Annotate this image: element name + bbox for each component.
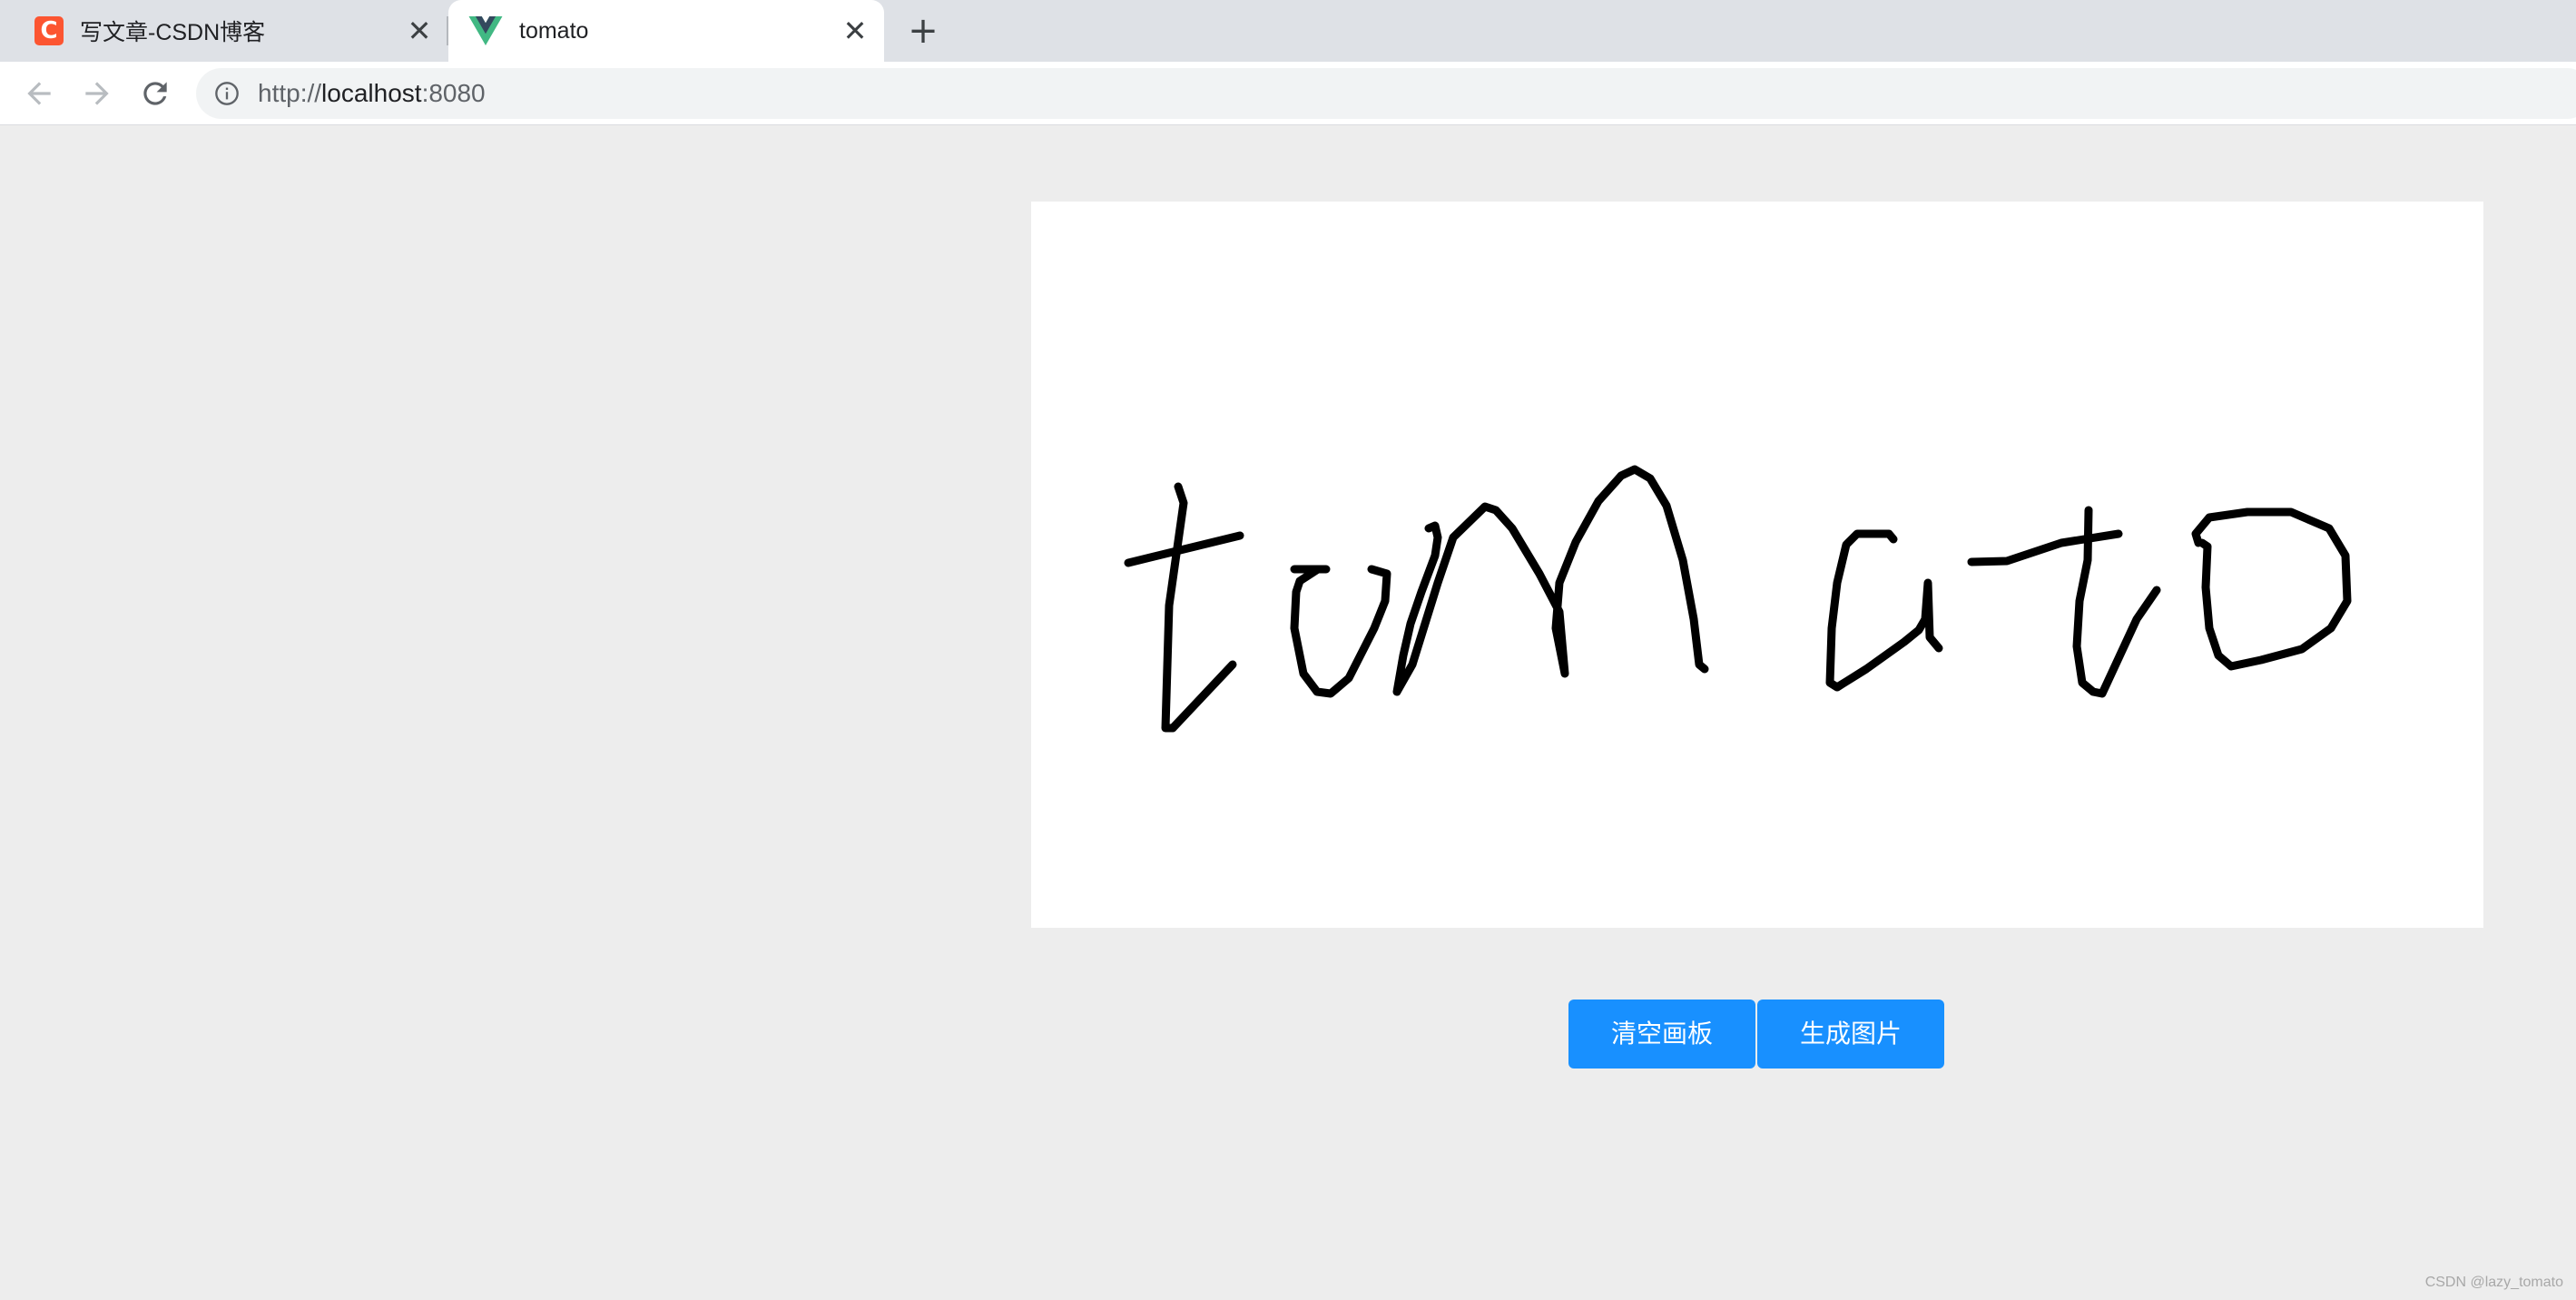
page-content: 清空画板 生成图片 CSDN @lazy_tomato xyxy=(0,125,2576,1300)
tab-tomato[interactable]: tomato ✕ xyxy=(448,0,884,62)
info-icon[interactable] xyxy=(214,81,240,106)
stroke-o1 xyxy=(1290,565,1391,698)
address-bar[interactable]: http://localhost:8080 xyxy=(196,68,2576,119)
stroke-m xyxy=(1392,465,1709,696)
stroke-o2 xyxy=(2191,507,2352,671)
handwriting-drawing xyxy=(1124,465,2352,733)
tab-csdn[interactable]: C 写文章-CSDN博客 ✕ xyxy=(0,0,447,62)
browser-toolbar: http://localhost:8080 xyxy=(0,62,2576,125)
new-tab-button[interactable]: + xyxy=(906,13,940,49)
stroke-t1-hook xyxy=(1168,660,1237,733)
reload-icon[interactable] xyxy=(138,76,172,111)
csdn-favicon-icon: C xyxy=(34,16,64,45)
tab-title: tomato xyxy=(519,17,589,44)
generate-image-button[interactable]: 生成图片 xyxy=(1757,1000,1944,1069)
watermark: CSDN @lazy_tomato xyxy=(2424,1275,2563,1290)
action-buttons: 清空画板 生成图片 xyxy=(1568,1000,1946,1069)
tab-strip: C 写文章-CSDN博客 ✕ tomato ✕ + xyxy=(0,0,2576,62)
url-host: localhost xyxy=(321,79,422,107)
tab-title: 写文章-CSDN博客 xyxy=(80,20,266,45)
arrow-right-icon[interactable] xyxy=(80,76,114,111)
stroke-a-bowl xyxy=(1825,529,1943,692)
drawing-canvas[interactable] xyxy=(1031,202,2483,928)
url-scheme: http:// xyxy=(258,79,322,107)
stroke-t2-bar xyxy=(1967,529,2123,566)
arrow-left-icon[interactable] xyxy=(22,76,56,111)
close-icon[interactable]: ✕ xyxy=(841,16,870,45)
stroke-t1-bar xyxy=(1124,531,1244,567)
clear-canvas-button[interactable]: 清空画板 xyxy=(1568,1000,1755,1069)
url-text[interactable]: http://localhost:8080 xyxy=(258,68,486,119)
stroke-t1-stem xyxy=(1161,482,1188,733)
vue-favicon-icon xyxy=(468,16,503,45)
url-port: :8080 xyxy=(421,79,486,107)
browser-window: C 写文章-CSDN博客 ✕ tomato ✕ + http://localho… xyxy=(0,0,2576,1300)
close-icon[interactable]: ✕ xyxy=(405,16,434,45)
